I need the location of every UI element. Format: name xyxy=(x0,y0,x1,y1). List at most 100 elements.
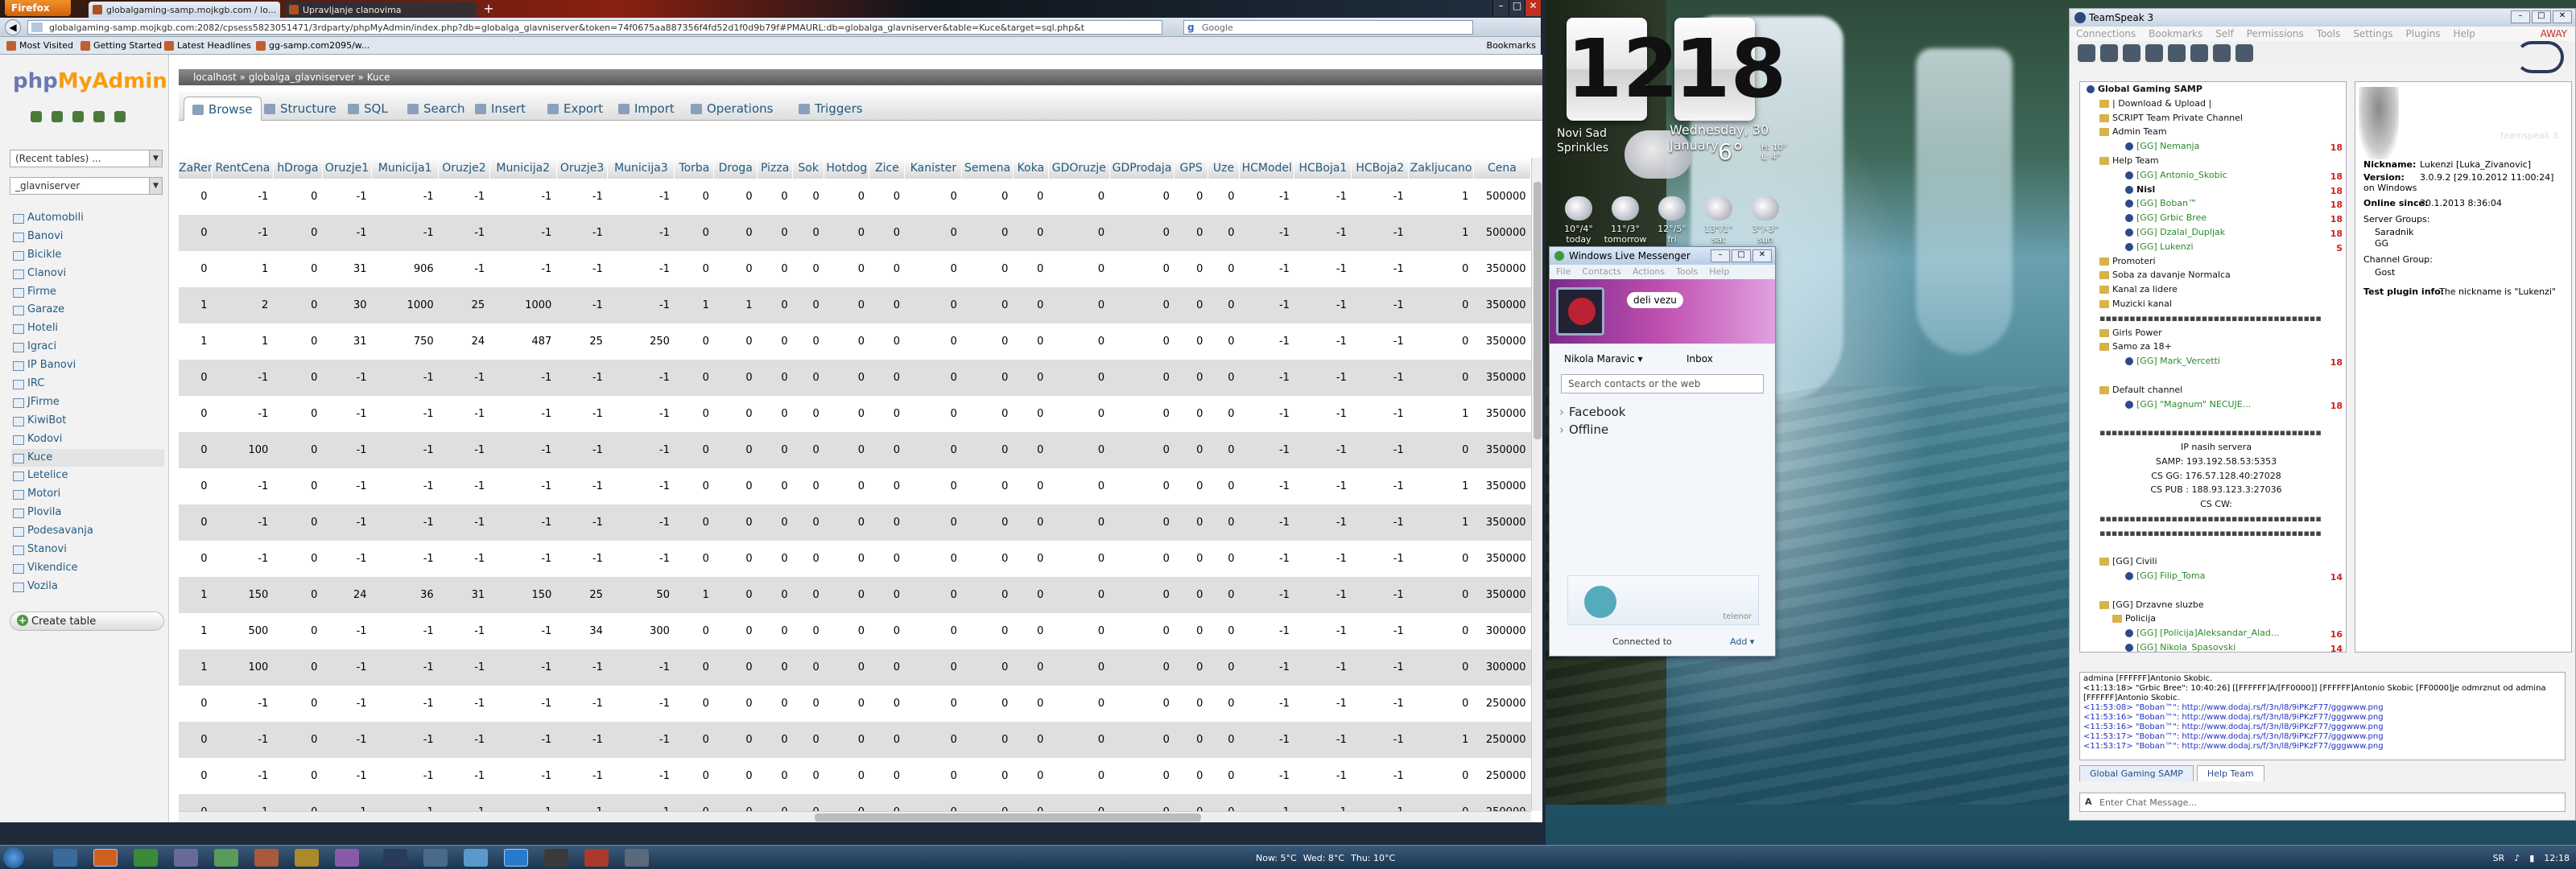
minimize-icon[interactable]: – xyxy=(2511,10,2530,23)
table-row[interactable]: 1 150 0 24 36 31 150 25 50 1 0 0 0 0 0 0 0 0 0 0 0 0 -1 -1 -1 0 35… xyxy=(179,577,1531,613)
table-cell[interactable]: 0 xyxy=(1048,722,1110,758)
table-cell[interactable]: 0 xyxy=(869,686,905,722)
chrome-icon[interactable] xyxy=(134,849,158,867)
table-cell[interactable]: 0 xyxy=(1174,468,1208,505)
docs-icon[interactable] xyxy=(93,111,105,122)
table-cell[interactable]: 0 xyxy=(1174,613,1208,649)
away-icon[interactable] xyxy=(2145,44,2163,62)
table-cell[interactable]: 0 xyxy=(1048,541,1110,577)
table-cell[interactable]: -1 xyxy=(607,758,675,794)
channel-tree-item[interactable]: Default channel xyxy=(2080,383,2346,397)
table-cell[interactable]: -1 xyxy=(489,758,557,794)
table-list-item[interactable]: Firme xyxy=(11,283,164,302)
table-cell[interactable]: -1 xyxy=(438,541,490,577)
channel-tree-item[interactable]: ▪▪▪▪▪▪▪▪▪▪▪▪▪▪▪▪▪▪▪▪▪▪▪▪▪▪▪▪▪▪▪▪▪▪▪▪▪ xyxy=(2080,311,2346,326)
table-cell[interactable]: 30 xyxy=(322,287,372,323)
table-row[interactable]: 0 -1 0 -1 -1 -1 -1 -1 -1 0 0 0 0 0 0 0 0 0 0 0 0 0 -1 -1 -1 1 5000… xyxy=(179,179,1531,215)
table-cell[interactable]: 0 xyxy=(904,468,962,505)
table-cell[interactable]: 0 xyxy=(1048,794,1110,811)
table-cell[interactable]: -1 xyxy=(1294,432,1352,468)
table-cell[interactable]: 0 xyxy=(1109,505,1174,541)
table-cell[interactable]: 0 xyxy=(713,251,758,287)
teamspeak-taskbar-icon[interactable] xyxy=(625,849,649,867)
column-header[interactable]: Oruzje2 xyxy=(438,158,490,179)
table-cell[interactable]: 0 xyxy=(792,396,824,432)
subscribe-icon[interactable] xyxy=(2213,44,2231,62)
table-cell[interactable]: 0 xyxy=(1013,758,1049,794)
table-cell[interactable]: -1 xyxy=(1294,179,1352,215)
column-header[interactable]: HCModel xyxy=(1239,158,1295,179)
table-cell[interactable]: -1 xyxy=(556,179,608,215)
table-cell[interactable]: 0 xyxy=(1109,577,1174,613)
table-cell[interactable]: 0 xyxy=(179,794,213,811)
table-cell[interactable]: 0 xyxy=(904,758,962,794)
table-cell[interactable]: 36 xyxy=(371,577,439,613)
table-cell[interactable]: 0 xyxy=(1048,215,1110,251)
table-list-item[interactable]: Vozila xyxy=(11,578,164,596)
table-cell[interactable]: 0 xyxy=(713,432,758,468)
maximize-icon[interactable]: □ xyxy=(1732,249,1751,262)
table-cell[interactable]: 0 xyxy=(713,613,758,649)
table-cell[interactable]: 0 xyxy=(179,505,213,541)
teamspeak-menu-item[interactable]: Permissions xyxy=(2247,28,2304,39)
table-cell[interactable]: 0 xyxy=(824,722,869,758)
table-cell[interactable]: 0 xyxy=(904,179,962,215)
table-cell[interactable]: 0 xyxy=(869,287,905,323)
table-cell[interactable]: 0 xyxy=(792,686,824,722)
table-cell[interactable]: 0 xyxy=(1174,686,1208,722)
channel-tree-item[interactable] xyxy=(2080,541,2346,555)
table-cell[interactable]: 0 xyxy=(757,577,793,613)
table-cell[interactable]: 0 xyxy=(757,287,793,323)
table-cell[interactable]: 0 xyxy=(1208,468,1240,505)
table-cell[interactable]: 34 xyxy=(556,613,608,649)
table-cell[interactable]: 0 xyxy=(179,396,213,432)
table-cell[interactable]: 0 xyxy=(1208,396,1240,432)
table-cell[interactable]: 350000 xyxy=(1473,577,1531,613)
table-cell[interactable]: -1 xyxy=(371,541,439,577)
identity-icon[interactable] xyxy=(2235,44,2253,62)
table-cell[interactable]: 0 xyxy=(1013,360,1049,396)
table-cell[interactable]: 0 xyxy=(1174,396,1208,432)
table-cell[interactable]: -1 xyxy=(1351,360,1409,396)
table-cell[interactable]: -1 xyxy=(1294,794,1352,811)
table-cell[interactable]: -1 xyxy=(489,396,557,432)
table-cell[interactable]: -1 xyxy=(1351,251,1409,287)
table-cell[interactable]: 0 xyxy=(1013,215,1049,251)
table-cell[interactable]: -1 xyxy=(212,360,274,396)
table-cell[interactable]: 25 xyxy=(556,577,608,613)
table-cell[interactable]: 0 xyxy=(757,794,793,811)
table-cell[interactable]: 0 xyxy=(1208,215,1240,251)
table-cell[interactable]: 0 xyxy=(869,323,905,360)
table-cell[interactable]: 0 xyxy=(757,758,793,794)
table-cell[interactable]: -1 xyxy=(607,179,675,215)
column-header[interactable]: Uze xyxy=(1208,158,1241,179)
table-cell[interactable]: 0 xyxy=(713,505,758,541)
table-cell[interactable]: 0 xyxy=(904,505,962,541)
channel-tree-item[interactable]: [GG] Antonio_Skobic 18 xyxy=(2080,168,2346,183)
table-cell[interactable]: 0 xyxy=(824,360,869,396)
table-cell[interactable]: -1 xyxy=(489,649,557,686)
table-row[interactable]: 1 100 0 -1 -1 -1 -1 -1 -1 0 0 0 0 0 0 0 0 0 0 0 0 0 -1 -1 -1 0 300… xyxy=(179,649,1531,686)
table-cell[interactable]: 0 xyxy=(713,649,758,686)
table-cell[interactable]: -1 xyxy=(212,794,274,811)
table-cell[interactable]: 0 xyxy=(757,251,793,287)
teamspeak-menu-item[interactable]: Help xyxy=(2454,28,2475,39)
table-cell[interactable]: -1 xyxy=(1294,287,1352,323)
table-cell[interactable]: -1 xyxy=(607,541,675,577)
maximize-icon[interactable]: □ xyxy=(1509,0,1525,16)
table-cell[interactable]: -1 xyxy=(556,432,608,468)
table-cell[interactable]: 0 xyxy=(1013,649,1049,686)
table-cell[interactable]: 0 xyxy=(961,179,1013,215)
table-cell[interactable]: 1 xyxy=(179,323,213,360)
table-cell[interactable]: 31 xyxy=(438,577,490,613)
table-cell[interactable]: -1 xyxy=(1239,613,1294,649)
table-cell[interactable]: 0 xyxy=(1408,613,1474,649)
table-cell[interactable]: 0 xyxy=(1208,505,1240,541)
table-cell[interactable]: 0 xyxy=(792,649,824,686)
table-cell[interactable]: -1 xyxy=(607,432,675,468)
table-cell[interactable]: -1 xyxy=(489,794,557,811)
table-cell[interactable]: 0 xyxy=(713,541,758,577)
table-cell[interactable]: -1 xyxy=(607,468,675,505)
table-cell[interactable]: 1 xyxy=(1408,179,1474,215)
column-header[interactable]: Droga xyxy=(713,158,758,179)
